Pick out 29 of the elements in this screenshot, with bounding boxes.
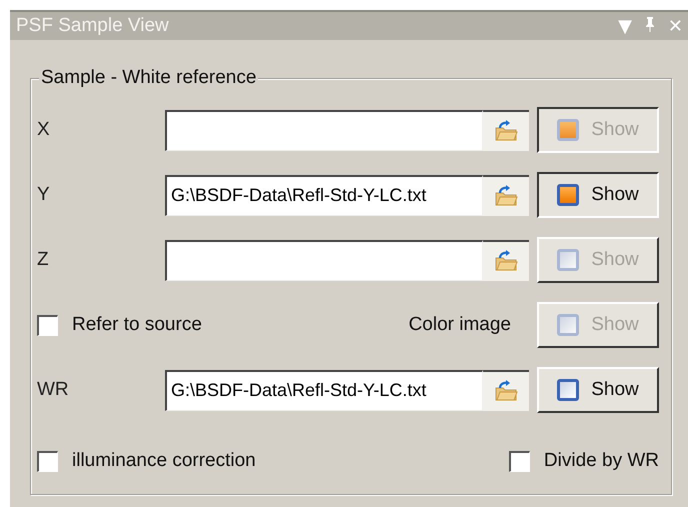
close-button[interactable]: ✕ bbox=[662, 16, 688, 36]
checkbox-label: illuminance correction bbox=[72, 450, 256, 472]
dropdown-button[interactable]: ▼ bbox=[613, 16, 637, 36]
browse-button[interactable] bbox=[483, 240, 529, 280]
field-label: Y bbox=[37, 184, 51, 206]
checkbox-label: Refer to source bbox=[72, 314, 202, 336]
folder-icon bbox=[494, 185, 518, 207]
folder-icon bbox=[494, 250, 518, 272]
field-label: X bbox=[37, 119, 51, 141]
field-label: Z bbox=[37, 249, 50, 271]
group-title: Sample - White reference bbox=[39, 67, 258, 89]
field-label: WR bbox=[37, 379, 70, 401]
window-title: PSF Sample View bbox=[15, 15, 169, 37]
show-toggle-button[interactable]: Show bbox=[537, 172, 659, 218]
browse-button[interactable] bbox=[483, 110, 529, 150]
checkbox[interactable] bbox=[37, 450, 58, 472]
path-field[interactable]: G:\BSDF-Data\Refl-Std-Y-LC.txt bbox=[165, 370, 483, 410]
folder-icon bbox=[494, 120, 518, 142]
browse-button[interactable] bbox=[483, 174, 529, 216]
path-field[interactable] bbox=[165, 240, 483, 280]
folder-icon bbox=[494, 380, 518, 402]
checkbox[interactable] bbox=[37, 314, 58, 336]
browse-button[interactable] bbox=[483, 370, 529, 410]
path-field[interactable]: G:\BSDF-Data\Refl-Std-Y-LC.txt bbox=[165, 174, 483, 216]
path-field[interactable] bbox=[165, 110, 483, 150]
show-toggle-button[interactable]: Show bbox=[537, 367, 659, 413]
checkbox-label: Divide by WR bbox=[544, 450, 659, 472]
option-label: Color image bbox=[408, 314, 511, 336]
checkbox[interactable] bbox=[508, 450, 530, 472]
